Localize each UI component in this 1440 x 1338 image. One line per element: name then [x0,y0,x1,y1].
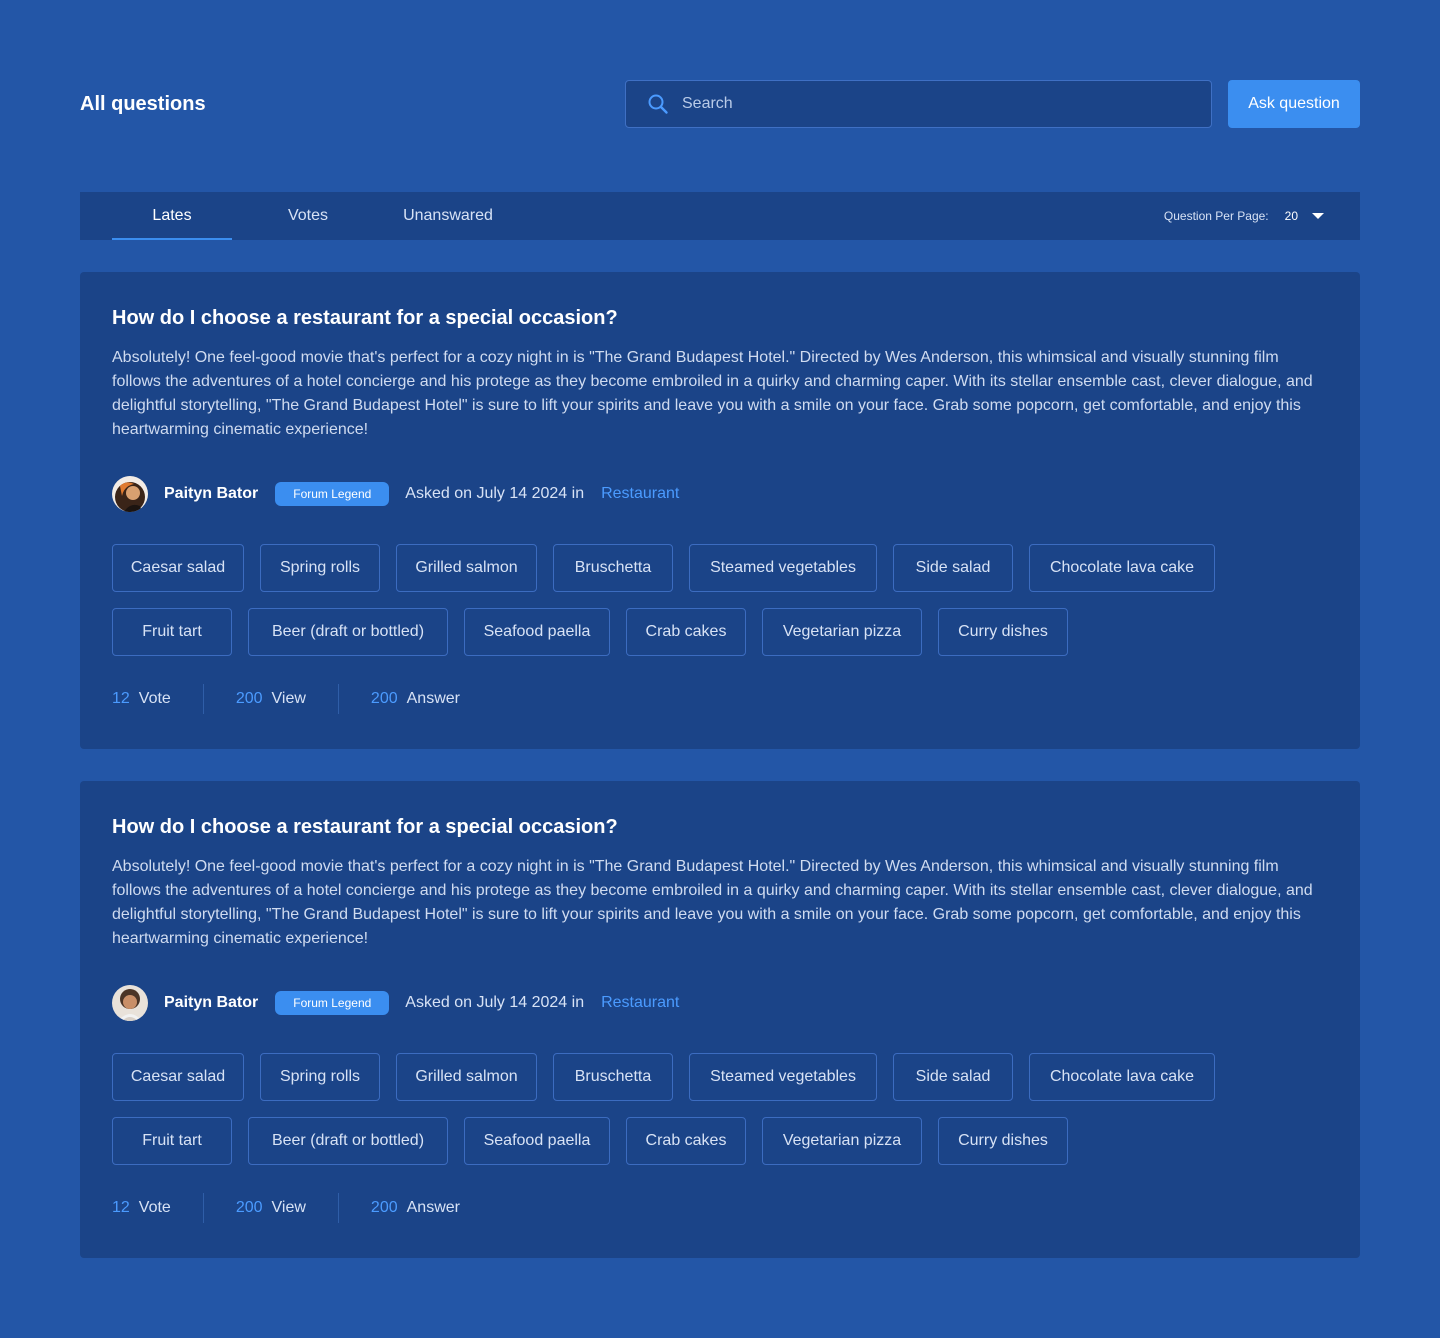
questions-page: All questions Ask question Lates Votes U… [0,0,1440,1338]
question-body: Absolutely! One feel-good movie that's p… [112,858,1313,947]
per-page-label: Question Per Page: [1163,209,1269,223]
vote-count: 12 [112,690,130,707]
tag[interactable]: Spring rolls [260,1053,380,1101]
question-body: Absolutely! One feel-good movie that's p… [112,349,1313,438]
tag[interactable]: Seafood paella [464,1117,610,1165]
tag[interactable]: Chocolate lava cake [1029,544,1215,592]
answer-stat[interactable]: 200 Answer [371,1199,460,1217]
page-title: All questions [80,92,206,115]
avatar[interactable] [112,476,148,512]
vote-stat[interactable]: 12 Vote [112,690,171,708]
question-meta: Paityn Bator Forum Legend Asked on July … [112,985,1328,1021]
question-stats: 12 Vote 200 View 200 Answer [112,684,1328,714]
view-count: 200 [235,1199,263,1216]
tag[interactable]: Vegetarian pizza [762,1117,922,1165]
answer-count: 200 [370,690,398,707]
status-badge: Forum Legend [275,991,390,1015]
per-page-select[interactable]: 20 [1285,209,1324,223]
question-card: How do I choose a restaurant for a speci… [80,272,1360,749]
tag[interactable]: Bruschetta [553,544,673,592]
page-header: All questions Ask question [80,80,1360,128]
tag[interactable]: Bruschetta [553,1053,673,1101]
view-count: 200 [235,690,263,707]
question-title[interactable]: How do I choose a restaurant for a speci… [112,304,1328,332]
tab-latest[interactable]: Lates [112,192,232,240]
author-name[interactable]: Paityn Bator [164,485,258,503]
answer-label: Answer [406,1199,460,1216]
status-badge: Forum Legend [275,482,390,506]
view-stat: 200 View [236,1199,306,1217]
per-page-value: 20 [1284,209,1298,223]
tag[interactable]: Steamed vegetables [689,544,877,592]
tag[interactable]: Crab cakes [626,1117,746,1165]
question-stats: 12 Vote 200 View 200 Answer [112,1193,1328,1223]
tag[interactable]: Fruit tart [112,1117,232,1165]
tag[interactable]: Caesar salad [112,1053,244,1101]
tag[interactable]: Chocolate lava cake [1029,1053,1215,1101]
tag[interactable]: Fruit tart [112,608,232,656]
tag[interactable]: Crab cakes [626,608,746,656]
tag-list: Caesar salad Spring rolls Grilled salmon… [112,544,1328,656]
tag[interactable]: Beer (draft or bottled) [248,608,448,656]
vote-label: Vote [138,1199,171,1216]
asked-date: Asked on July 14 2024 in [405,994,585,1011]
tag[interactable]: Beer (draft or bottled) [248,1117,448,1165]
tab-unanswered[interactable]: Unanswared [384,192,512,240]
chevron-down-icon [1312,213,1324,219]
vote-count: 12 [112,1199,130,1216]
tag-list: Caesar salad Spring rolls Grilled salmon… [112,1053,1328,1165]
answer-count: 200 [370,1199,398,1216]
tag[interactable]: Grilled salmon [396,544,537,592]
search-box[interactable] [625,80,1212,128]
tag[interactable]: Curry dishes [938,608,1068,656]
answer-stat[interactable]: 200 Answer [371,690,460,708]
tag[interactable]: Seafood paella [464,608,610,656]
vote-stat[interactable]: 12 Vote [112,1199,171,1217]
avatar[interactable] [112,985,148,1021]
tag[interactable]: Steamed vegetables [689,1053,877,1101]
question-title[interactable]: How do I choose a restaurant for a speci… [112,813,1328,841]
tag[interactable]: Side salad [893,544,1013,592]
vote-label: Vote [138,690,171,707]
author-name[interactable]: Paityn Bator [164,994,258,1012]
tag[interactable]: Side salad [893,1053,1013,1101]
search-icon [646,92,670,116]
search-input[interactable] [682,95,1191,113]
category-link[interactable]: Restaurant [601,994,679,1012]
view-label: View [271,690,306,707]
view-label: View [271,1199,306,1216]
view-stat: 200 View [236,690,306,708]
asked-date: Asked on July 14 2024 in [405,485,585,502]
tab-votes[interactable]: Votes [232,192,384,240]
per-page-control: Question Per Page: 20 [1164,192,1324,240]
tag[interactable]: Caesar salad [112,544,244,592]
tabs-bar: Lates Votes Unanswared Question Per Page… [80,192,1360,240]
divider [337,1193,339,1223]
tag[interactable]: Vegetarian pizza [762,608,922,656]
question-list: How do I choose a restaurant for a speci… [80,272,1360,1258]
question-meta: Paityn Bator Forum Legend Asked on July … [112,476,1328,512]
answer-label: Answer [406,690,460,707]
question-card: How do I choose a restaurant for a speci… [80,781,1360,1258]
category-link[interactable]: Restaurant [601,485,679,503]
divider [202,1193,204,1223]
divider [337,684,339,714]
ask-question-button[interactable]: Ask question [1228,80,1360,128]
tag[interactable]: Curry dishes [938,1117,1068,1165]
tag[interactable]: Spring rolls [260,544,380,592]
tag[interactable]: Grilled salmon [396,1053,537,1101]
divider [202,684,204,714]
